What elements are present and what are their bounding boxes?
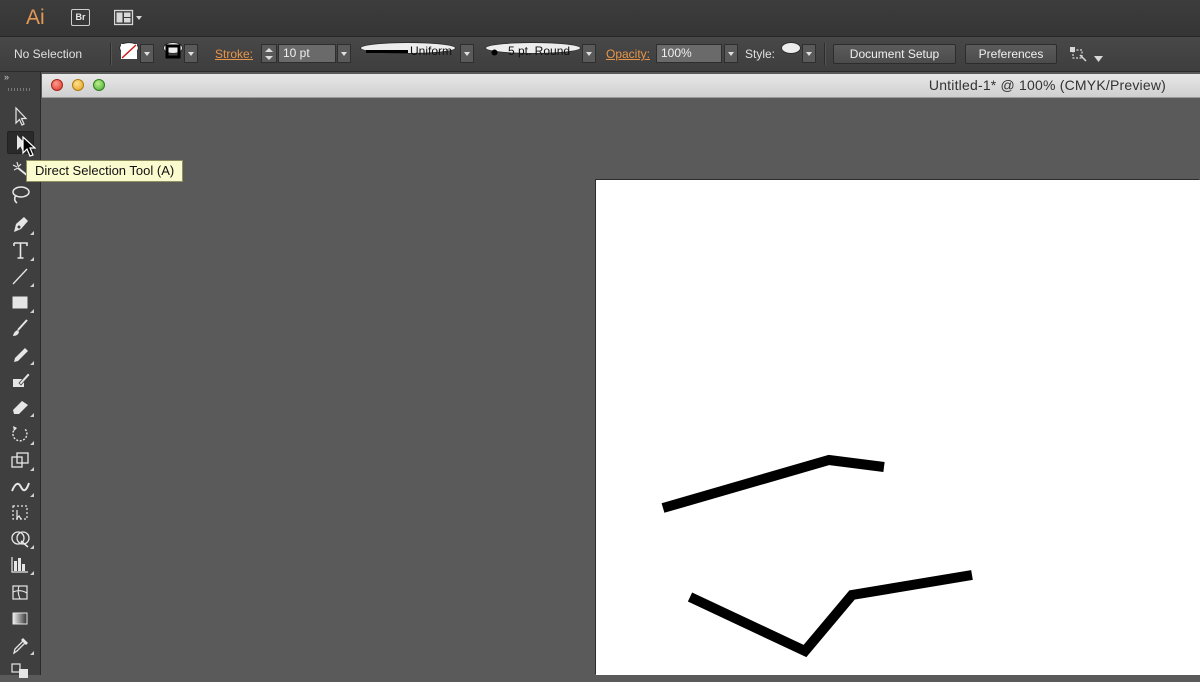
pencil-tool[interactable] — [7, 343, 34, 366]
blob-brush-icon — [13, 372, 31, 387]
type-tool[interactable] — [7, 239, 34, 262]
tool-tooltip: Direct Selection Tool (A) — [26, 160, 184, 182]
profile-dropdown[interactable] — [460, 44, 474, 63]
variable-width-profile[interactable]: Uniform — [360, 42, 456, 58]
uniform-stroke-icon — [366, 50, 408, 53]
none-fill-icon — [121, 44, 137, 59]
document-title: Untitled-1* @ 100% (CMYK/Preview) — [928, 77, 1166, 93]
document-setup-button[interactable]: Document Setup — [833, 44, 956, 64]
artwork-layer — [661, 454, 973, 658]
fill-dropdown[interactable] — [140, 44, 154, 63]
preferences-button[interactable]: Preferences — [965, 44, 1057, 64]
paintbrush-tool[interactable] — [7, 317, 34, 340]
tool-flyout-indicator — [30, 467, 34, 471]
scale-tool[interactable] — [7, 449, 34, 472]
gradient-tool[interactable] — [7, 607, 34, 630]
eyedropper-tool[interactable] — [7, 633, 34, 656]
zoom-window-button[interactable] — [93, 79, 105, 91]
selection-arrow-icon — [15, 106, 28, 126]
illustrator-logo: Ai — [26, 6, 45, 29]
isolate-object-icon[interactable] — [1069, 46, 1087, 65]
application-bar: Ai Br — [0, 0, 1200, 37]
paintbrush-icon — [13, 319, 28, 336]
shape-builder-tool[interactable] — [7, 527, 34, 550]
stroke-weight-dropdown[interactable] — [337, 44, 351, 63]
stroke-color-icon — [165, 44, 181, 59]
lasso-icon — [12, 186, 30, 204]
blend-tool[interactable] — [7, 659, 34, 682]
brush-definition[interactable]: 5 pt. Round — [485, 42, 581, 58]
tool-flyout-indicator — [30, 571, 34, 575]
tool-flyout-indicator — [30, 493, 34, 497]
close-window-button[interactable] — [51, 79, 63, 91]
opacity-input[interactable]: 100% — [656, 44, 722, 63]
graphic-style-swatch[interactable] — [781, 42, 801, 54]
collapse-panel-button[interactable]: » — [4, 72, 9, 82]
tool-flyout-indicator — [30, 257, 34, 261]
go-to-bridge-button[interactable]: Br — [71, 9, 90, 26]
minimize-window-button[interactable] — [72, 79, 84, 91]
tool-flyout-indicator — [30, 309, 34, 313]
selection-tool[interactable] — [7, 105, 34, 128]
free-transform-icon — [12, 505, 28, 520]
pen-tool[interactable] — [7, 213, 34, 236]
gradient-icon — [12, 612, 28, 625]
document-title-bar[interactable]: Untitled-1* @ 100% (CMYK/Preview) — [42, 74, 1200, 98]
arrange-documents-button[interactable] — [113, 9, 144, 26]
round-brush-icon — [491, 49, 498, 56]
divider — [110, 43, 112, 65]
tool-flyout-indicator — [30, 413, 34, 417]
profile-label: Uniform — [410, 44, 453, 58]
opacity-label[interactable]: Opacity: — [606, 37, 650, 71]
rectangle-tool[interactable] — [7, 291, 34, 314]
mesh-icon — [12, 585, 28, 600]
lower-stroked-path[interactable] — [687, 570, 973, 658]
stroke-weight-input[interactable]: 10 pt — [278, 44, 336, 63]
blend-icon — [11, 663, 28, 678]
blob-brush-tool[interactable] — [7, 369, 34, 392]
divider — [824, 43, 826, 65]
tool-flyout-indicator — [30, 651, 34, 655]
artboard[interactable] — [596, 180, 1200, 675]
panel-menu-icon[interactable] — [1094, 51, 1103, 65]
tool-flyout-indicator — [30, 441, 34, 445]
mouse-cursor-icon — [22, 136, 36, 157]
opacity-dropdown[interactable] — [724, 44, 738, 63]
selection-status: No Selection — [14, 47, 83, 61]
brush-dropdown[interactable] — [582, 44, 596, 63]
free-transform-tool[interactable] — [7, 501, 34, 524]
mesh-tool[interactable] — [7, 581, 34, 604]
tool-flyout-indicator — [30, 545, 34, 549]
style-label: Style: — [745, 47, 776, 61]
tool-flyout-indicator — [30, 283, 34, 287]
stroke-color-dropdown[interactable] — [184, 44, 198, 63]
rotate-tool[interactable] — [7, 423, 34, 446]
fill-swatch[interactable] — [119, 42, 139, 59]
graphic-style-dropdown[interactable] — [802, 44, 816, 63]
eraser-tool[interactable] — [7, 395, 34, 418]
lasso-tool[interactable] — [7, 183, 34, 206]
control-panel: No Selection Stroke: 10 pt Uniform 5 pt.… — [0, 37, 1200, 72]
width-tool[interactable] — [7, 475, 34, 498]
graph-tool[interactable] — [7, 553, 34, 576]
stepper-arrows-icon — [264, 47, 274, 61]
stroke-swatch[interactable] — [163, 42, 183, 59]
upper-stroked-path[interactable] — [661, 454, 885, 513]
tool-flyout-indicator — [30, 231, 34, 235]
stroke-label[interactable]: Stroke: — [215, 37, 253, 71]
brush-label: 5 pt. Round — [508, 44, 571, 58]
line-segment-tool[interactable] — [7, 265, 34, 288]
tool-flyout-indicator — [30, 361, 34, 365]
panel-grip[interactable] — [8, 88, 32, 91]
